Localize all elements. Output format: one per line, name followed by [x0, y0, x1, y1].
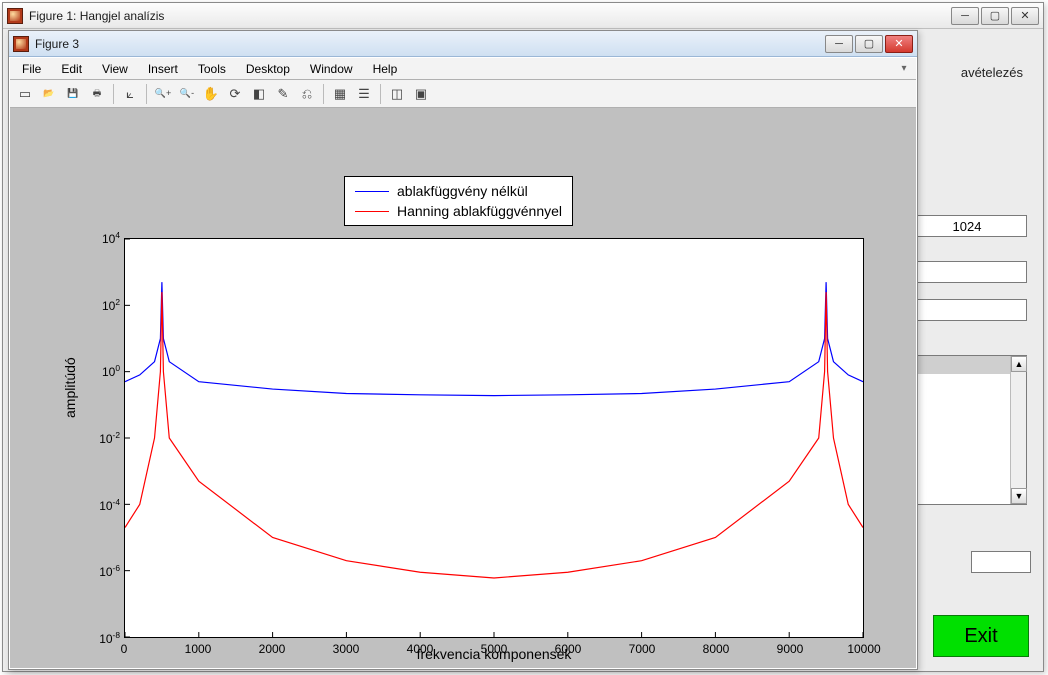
legend-label: Hanning ablakfüggvénnyel: [397, 201, 562, 221]
menu-edit[interactable]: Edit: [53, 60, 90, 78]
open-icon[interactable]: 📂: [38, 83, 60, 105]
toolbar-separator: [146, 84, 147, 104]
print-icon[interactable]: 🖶: [86, 83, 108, 105]
menu-view[interactable]: View: [94, 60, 136, 78]
y-tick: 102: [80, 297, 120, 313]
y-tick: 10-6: [80, 563, 120, 579]
exit-button[interactable]: Exit: [933, 615, 1029, 657]
menu-file[interactable]: File: [14, 60, 49, 78]
save-icon[interactable]: 💾: [62, 83, 84, 105]
menu-help[interactable]: Help: [365, 60, 406, 78]
matlab-icon: [7, 8, 23, 24]
matlab-icon: [13, 36, 29, 52]
link-icon[interactable]: ⎌: [296, 83, 318, 105]
show-plot-icon[interactable]: ▣: [410, 83, 432, 105]
legend-swatch: [355, 191, 389, 192]
close-button[interactable]: ✕: [1011, 7, 1039, 25]
legend[interactable]: ablakfüggvény nélkülHanning ablakfüggvén…: [344, 176, 573, 226]
menu-corner-icon[interactable]: ▾: [896, 63, 912, 74]
plot-area: ablakfüggvény nélkülHanning ablakfüggvén…: [24, 118, 902, 654]
figure3-window: Figure 3 ─ ▢ ✕ FileEditViewInsertToolsDe…: [8, 30, 918, 670]
menu-window[interactable]: Window: [302, 60, 361, 78]
zoom-in-icon[interactable]: 🔍+: [152, 83, 174, 105]
legend-label: ablakfüggvény nélkül: [397, 181, 528, 201]
toolbar-separator: [323, 84, 324, 104]
legend-icon[interactable]: ☰: [353, 83, 375, 105]
brush-icon[interactable]: ✎: [272, 83, 294, 105]
pointer-icon[interactable]: ⟀: [119, 83, 141, 105]
menu-tools[interactable]: Tools: [190, 60, 234, 78]
plot-svg: [125, 239, 863, 637]
figure3-title: Figure 3: [35, 37, 825, 51]
toolbar-separator: [113, 84, 114, 104]
rotate-icon[interactable]: ⟳: [224, 83, 246, 105]
list-scrollbar[interactable]: ▲ ▼: [1010, 356, 1026, 504]
menu-desktop[interactable]: Desktop: [238, 60, 298, 78]
y-tick: 100: [80, 363, 120, 379]
y-tick: 10-4: [80, 497, 120, 513]
legend-swatch: [355, 211, 389, 212]
close-button[interactable]: ✕: [885, 35, 913, 53]
x-axis-label: frekvencia komponensek: [124, 646, 864, 650]
label-avetelez: avételezés: [961, 65, 1023, 80]
menu-insert[interactable]: Insert: [140, 60, 186, 78]
pan-icon[interactable]: ✋: [200, 83, 222, 105]
datacursor-icon[interactable]: ◧: [248, 83, 270, 105]
minimize-button[interactable]: ─: [825, 35, 853, 53]
figure1-titlebar[interactable]: Figure 1: Hangjel analízis ─ ▢ ✕: [3, 3, 1043, 29]
field-blank-3[interactable]: [971, 551, 1031, 573]
legend-entry: Hanning ablakfüggvénnyel: [355, 201, 562, 221]
y-axis-label: amplitúdó: [62, 357, 78, 418]
y-tick: 104: [80, 230, 120, 246]
scroll-up-icon[interactable]: ▲: [1011, 356, 1027, 372]
figure3-body: FileEditViewInsertToolsDesktopWindowHelp…: [10, 58, 916, 668]
scroll-down-icon[interactable]: ▼: [1011, 488, 1027, 504]
minimize-button[interactable]: ─: [951, 7, 979, 25]
hide-plot-icon[interactable]: ◫: [386, 83, 408, 105]
maximize-button[interactable]: ▢: [981, 7, 1009, 25]
field-blank-1[interactable]: [907, 261, 1027, 283]
maximize-button[interactable]: ▢: [855, 35, 883, 53]
field-1024[interactable]: 1024: [907, 215, 1027, 237]
y-tick: 10-2: [80, 430, 120, 446]
zoom-out-icon[interactable]: 🔍-: [176, 83, 198, 105]
legend-entry: ablakfüggvény nélkül: [355, 181, 562, 201]
colorbar-icon[interactable]: ▦: [329, 83, 351, 105]
new-icon[interactable]: ▭: [14, 83, 36, 105]
menubar: FileEditViewInsertToolsDesktopWindowHelp…: [10, 58, 916, 80]
series-line: [125, 282, 863, 395]
figure1-title: Figure 1: Hangjel analízis: [29, 9, 951, 23]
field-blank-2[interactable]: [907, 299, 1027, 321]
axes[interactable]: [124, 238, 864, 638]
toolbar: ▭📂💾🖶 ⟀ 🔍+🔍-✋⟳◧✎⎌ ▦☰ ◫▣: [10, 80, 916, 108]
figure3-titlebar[interactable]: Figure 3 ─ ▢ ✕: [9, 31, 917, 57]
toolbar-separator: [380, 84, 381, 104]
series-line: [125, 292, 863, 578]
